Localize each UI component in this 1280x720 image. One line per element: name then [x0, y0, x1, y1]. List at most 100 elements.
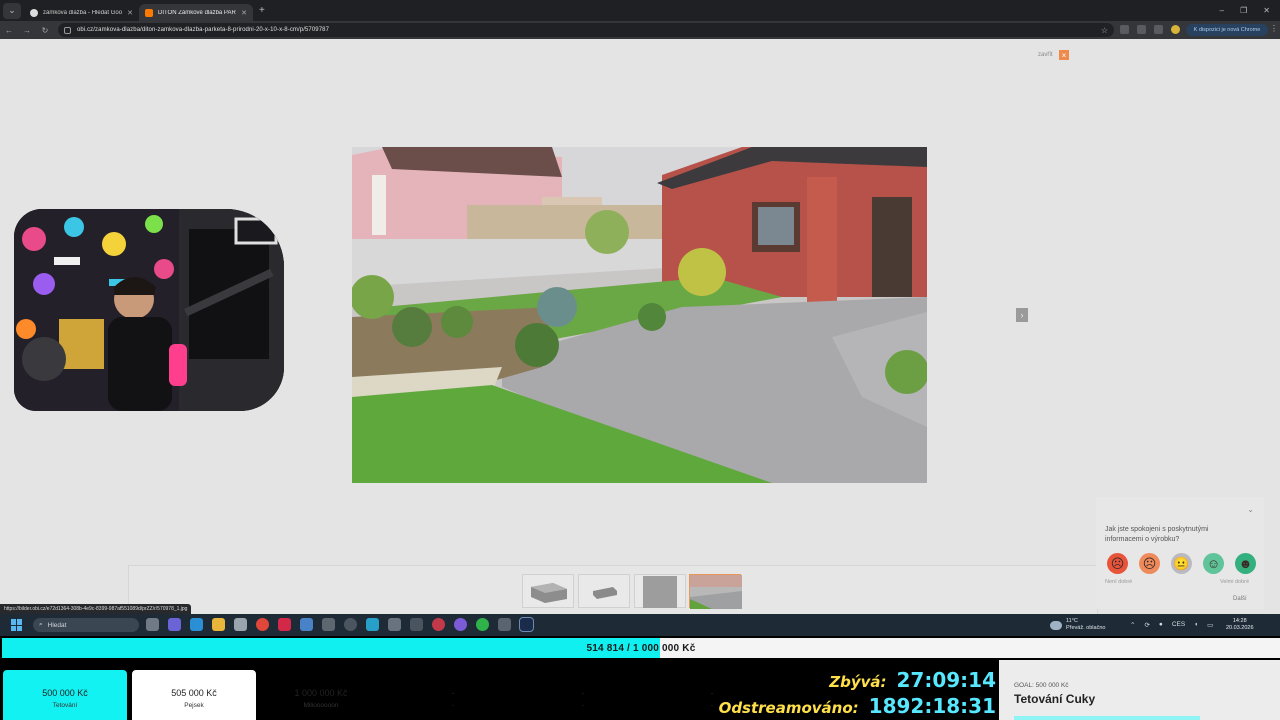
bookmark-star-icon[interactable]: ☆ — [1101, 26, 1108, 35]
restore-icon[interactable]: ❐ — [1240, 6, 1247, 15]
screen: ⌄ zámková dlažba - Hledat Googl ✕ DITON … — [0, 0, 1280, 720]
very-unhappy-face-icon[interactable]: ☹ — [1107, 553, 1128, 574]
feedback-widget: ⌄ Jak jste spokojeni s poskytnutými info… — [1096, 497, 1264, 609]
goal-card-label: Tetování — [52, 702, 78, 709]
site-info-icon[interactable] — [64, 26, 71, 34]
tab-search-icon[interactable]: ⌄ — [3, 2, 21, 19]
goal-title: Tetování Cuky — [1014, 692, 1096, 706]
profile-avatar-icon[interactable] — [1171, 25, 1180, 34]
goal-amount-label: GOAL: 500 000 Kč — [1014, 682, 1069, 689]
thumbnail-4-selected[interactable] — [689, 574, 742, 609]
whatsapp-icon[interactable] — [476, 618, 489, 631]
system-tray: ⌃ ⟳ ● CES ◖ ▭ — [1130, 621, 1213, 629]
tab-title: DITON Zámkové dlažba PARKE — [158, 9, 237, 16]
goal-card-amount: - — [451, 688, 455, 698]
goal-panel-bar — [1014, 716, 1200, 720]
current-goal-panel: GOAL: 500 000 Kč Tetování Cuky — [999, 660, 1280, 720]
tab-title: zámková dlažba - Hledat Googl — [43, 9, 123, 16]
read-aloud-icon[interactable] — [1120, 25, 1129, 34]
browser-toolbar: ← → ↻ obi.cz/zamkova-dlazba/diton-zamkov… — [0, 21, 1280, 39]
single-paver-thumbnail — [593, 587, 617, 599]
thumbnail-3[interactable] — [634, 574, 686, 608]
feedback-next-button[interactable]: Další — [1233, 596, 1247, 602]
minimize-icon[interactable]: – — [1220, 6, 1224, 15]
discord-icon[interactable] — [454, 618, 467, 631]
goal-card-label: - — [581, 702, 585, 709]
weather-widget[interactable]: 11°C Převáž. oblačno — [1050, 618, 1105, 632]
url-text[interactable]: obi.cz/zamkova-dlazba/diton-zamkova-dlaz… — [77, 27, 329, 33]
next-image-button[interactable]: › — [1016, 308, 1028, 322]
clock-date: 20.03.2026 — [1226, 625, 1254, 631]
browser-tab-bar: ⌄ zámková dlažba - Hledat Googl ✕ DITON … — [0, 0, 1280, 21]
taskbar-clock[interactable]: 14:28 20.03.2026 — [1226, 618, 1254, 632]
unhappy-face-icon[interactable]: ☹ — [1139, 553, 1160, 574]
collapse-chevron-icon[interactable]: ⌄ — [1247, 505, 1254, 514]
close-tab-icon[interactable]: ✕ — [241, 9, 247, 17]
streamer-webcam-image — [14, 209, 284, 411]
streamed-value: 1892:18:31 — [868, 694, 996, 718]
app-icon[interactable] — [322, 618, 335, 631]
back-icon[interactable]: ← — [0, 26, 18, 35]
start-menu-icon[interactable] — [11, 619, 23, 631]
weather-temp: 11°C — [1066, 618, 1078, 624]
task-view-icon[interactable] — [146, 618, 159, 631]
notes-icon[interactable] — [366, 618, 379, 631]
extensions-icon[interactable] — [1137, 25, 1146, 34]
media-icon[interactable] — [432, 618, 445, 631]
close-window-icon[interactable]: ✕ — [1263, 6, 1270, 15]
network-icon[interactable]: ▭ — [1207, 621, 1213, 629]
goal-track: 514 814 / 1 000 000 Kč — [2, 638, 1280, 658]
address-bar[interactable]: obi.cz/zamkova-dlazba/diton-zamkova-dlaz… — [58, 23, 1114, 37]
taskbar-search-box[interactable]: ⌕ Hledat — [33, 618, 139, 632]
status-bar-url: https://bilder.obi.cz/e72d1364-308b-4e9c… — [0, 604, 192, 614]
goal-card-label: Milioooooon — [303, 702, 339, 709]
capcut-icon[interactable] — [388, 618, 401, 631]
acrobat-icon[interactable] — [278, 618, 291, 631]
close-tab-icon[interactable]: ✕ — [127, 9, 133, 17]
thumbnail-1[interactable] — [522, 574, 574, 608]
garden-paving-photo — [352, 147, 927, 483]
teams-icon[interactable] — [168, 618, 181, 631]
new-tab-icon[interactable]: + — [259, 5, 265, 16]
file-explorer-icon[interactable] — [212, 618, 225, 631]
close-viewer-label[interactable]: zavřít — [1038, 52, 1053, 58]
close-viewer-icon[interactable]: × — [1059, 50, 1069, 60]
tab-obi-product[interactable]: DITON Zámkové dlažba PARKE ✕ — [139, 4, 253, 21]
rating-faces: ☹ ☹ 😐 ☺ ☻ — [1107, 553, 1256, 574]
happy-face-icon[interactable]: ☺ — [1203, 553, 1224, 574]
product-photo — [352, 147, 927, 483]
editor-icon[interactable] — [410, 618, 423, 631]
obs-icon[interactable] — [344, 618, 357, 631]
webcam-overlay — [14, 209, 284, 411]
chrome-update-button[interactable]: K dispozici je nová Chrome — [1186, 24, 1268, 36]
security-icon[interactable] — [300, 618, 313, 631]
mic-icon[interactable]: ● — [1159, 621, 1163, 629]
edge-icon[interactable] — [190, 618, 203, 631]
forward-icon[interactable]: → — [18, 26, 36, 35]
extension-icons — [1120, 25, 1180, 34]
goal-card-1: 500 000 Kč Tetování — [3, 670, 127, 720]
chrome-menu-icon[interactable]: ⋮ — [1270, 24, 1278, 33]
goal-card-3: 1 000 000 Kč Milioooooon — [259, 670, 383, 720]
sync-icon[interactable]: ⟳ — [1144, 621, 1149, 629]
downloads-icon[interactable] — [1154, 25, 1163, 34]
steam-icon[interactable] — [519, 617, 534, 632]
stream-timers: Zbývá: 27:09:14 Odstreamováno: 1892:18:3… — [719, 664, 998, 720]
very-happy-face-icon[interactable]: ☻ — [1235, 553, 1256, 574]
remaining-timer: Zbývá: 27:09:14 — [829, 668, 996, 692]
weather-desc: Převáž. oblačno — [1066, 625, 1106, 631]
chrome-icon[interactable] — [256, 618, 269, 631]
neutral-face-icon[interactable]: 😐 — [1171, 553, 1192, 574]
volume-icon[interactable]: ◖ — [1194, 621, 1198, 629]
language-indicator[interactable]: CES — [1172, 621, 1185, 629]
goal-card-amount: 500 000 Kč — [42, 688, 88, 698]
tab-google-search[interactable]: zámková dlažba - Hledat Googl ✕ — [24, 4, 139, 21]
store-icon[interactable] — [234, 618, 247, 631]
rating-high-label: Velmi dobré — [1220, 579, 1250, 585]
taskbar-apps — [146, 617, 534, 632]
reload-icon[interactable]: ↻ — [36, 26, 54, 35]
window-controls: – ❐ ✕ — [1220, 6, 1280, 15]
terminal-icon[interactable] — [498, 618, 511, 631]
tray-chevron-icon[interactable]: ⌃ — [1130, 621, 1135, 629]
thumbnail-2[interactable] — [578, 574, 630, 608]
